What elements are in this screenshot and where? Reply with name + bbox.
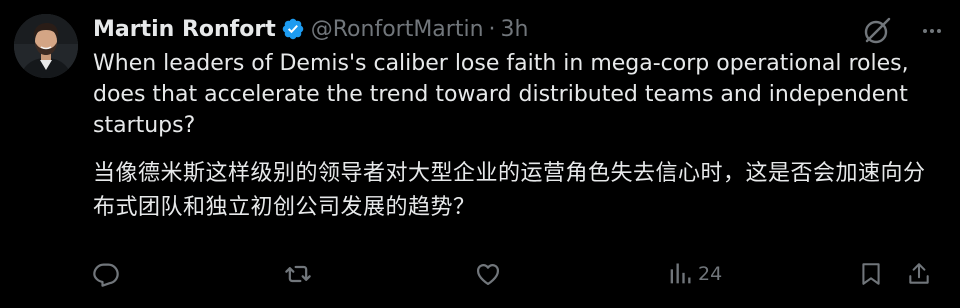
timestamp[interactable]: 3h: [501, 17, 529, 42]
tweet-text-chinese: 当像德米斯这样级别的领导者对大型企业的运营角色失去信心时，这是否会加速向分布式团…: [93, 161, 926, 220]
views-count: 24: [698, 263, 723, 285]
reply-button[interactable]: [92, 256, 126, 292]
views-icon: [670, 263, 691, 284]
repost-icon: [285, 265, 311, 283]
tweet-card[interactable]: Martin Ronfort @RonfortMartin · 3h When …: [0, 0, 960, 308]
avatar[interactable]: [14, 14, 78, 78]
avatar-image: [14, 14, 78, 78]
separator: ·: [488, 16, 496, 42]
like-icon: [476, 264, 500, 286]
like-button[interactable]: [474, 256, 508, 292]
repost-button[interactable]: [284, 256, 318, 292]
views-button[interactable]: 24: [668, 256, 722, 292]
share-button[interactable]: [906, 256, 932, 292]
bookmark-icon: [862, 263, 880, 285]
tweet-text-english: When leaders of Demis's caliber lose fai…: [93, 51, 909, 138]
grok-icon[interactable]: [860, 14, 894, 48]
bookmark-button[interactable]: [858, 256, 884, 292]
verified-badge-icon: [281, 17, 305, 41]
reply-icon: [93, 263, 119, 287]
more-icon[interactable]: [915, 14, 949, 48]
handle[interactable]: @RonfortMartin: [311, 17, 484, 42]
action-bar: 24: [0, 256, 960, 296]
display-name[interactable]: Martin Ronfort: [93, 17, 276, 42]
share-icon: [909, 263, 929, 284]
tweet-header: Martin Ronfort @RonfortMartin · 3h: [93, 12, 528, 46]
